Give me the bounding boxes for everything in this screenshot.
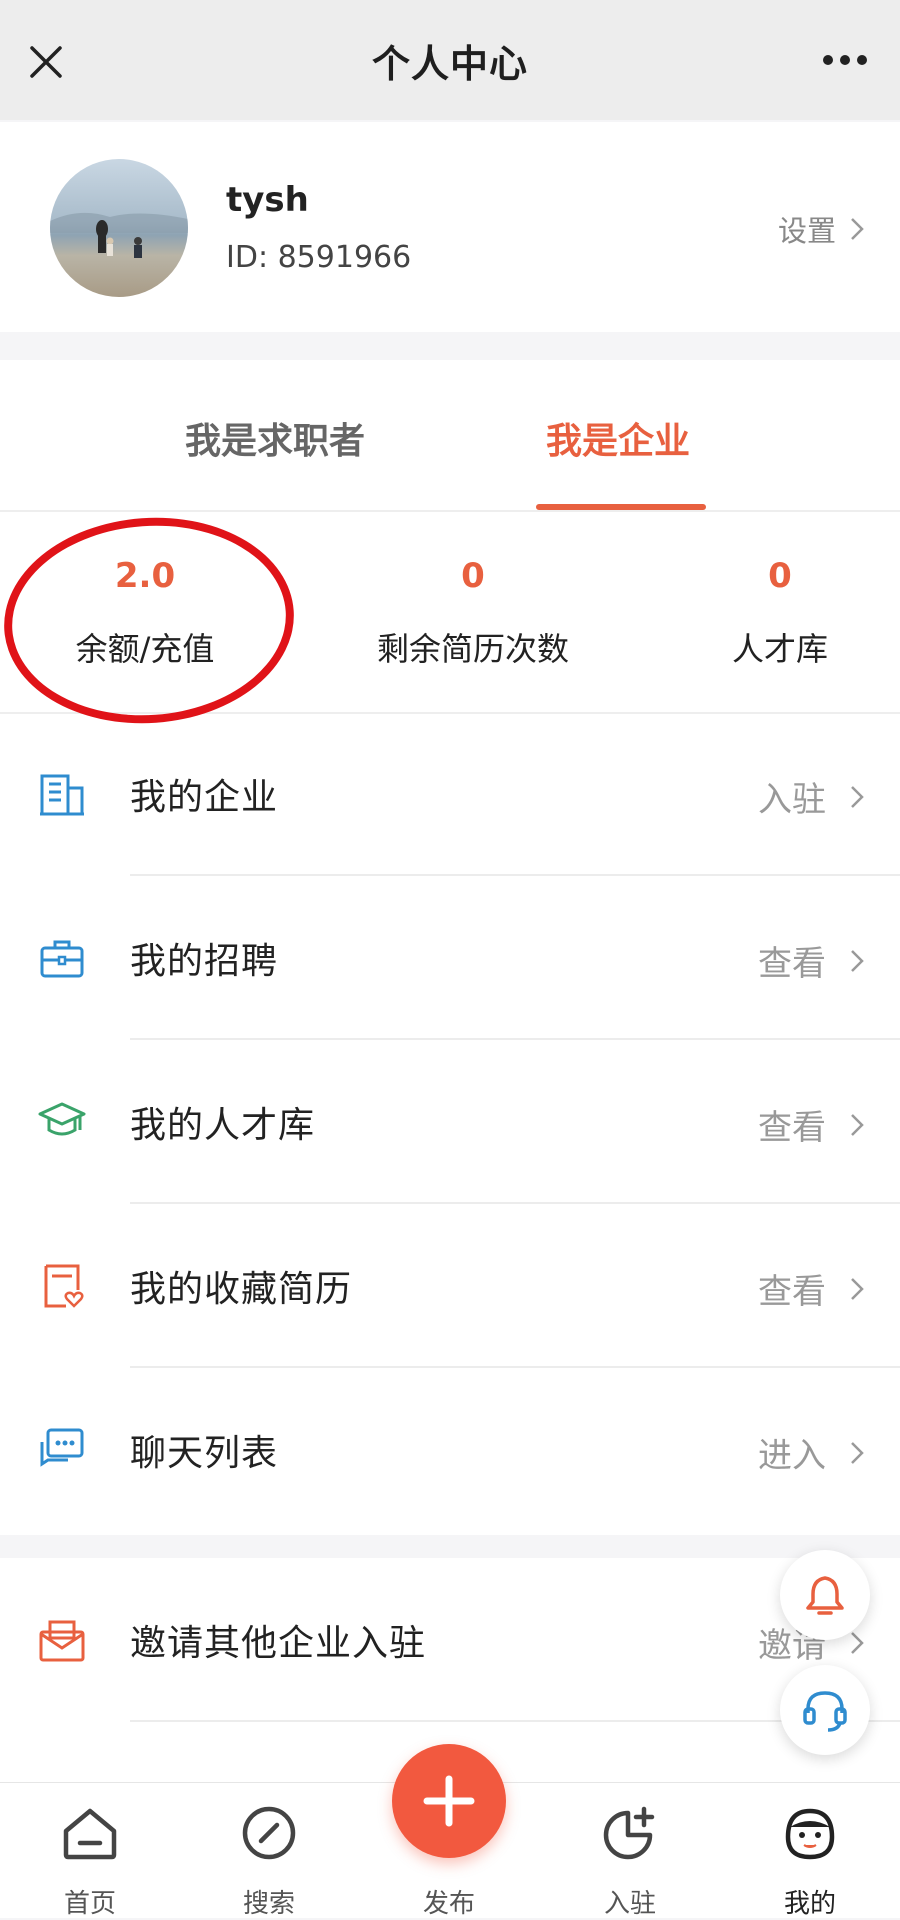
menu-item-action-text: 查看 <box>758 1108 826 1148</box>
bell-icon <box>806 1576 844 1615</box>
menu-item-my-talent-pool[interactable]: 我的人才库 查看 <box>0 1040 900 1204</box>
building-icon <box>40 774 84 816</box>
nav-home[interactable]: 首页 <box>30 1803 150 1919</box>
favorite-resume-icon <box>44 1264 84 1308</box>
menu-item-action: 查看 <box>758 1100 864 1149</box>
chevron-right-icon <box>851 1631 864 1654</box>
plus-icon <box>423 1775 475 1827</box>
menu-item-action: 查看 <box>758 936 864 985</box>
home-icon <box>63 1808 117 1860</box>
notification-button[interactable] <box>780 1550 870 1640</box>
menu-item-action-text: 进入 <box>758 1436 826 1476</box>
menu-item-action: 入驻 <box>758 772 864 821</box>
stat-remaining-resumes[interactable]: 0 剩余简历次数 <box>353 512 593 712</box>
nav-home-label: 首页 <box>63 1889 116 1919</box>
page-title: 个人中心 <box>371 41 528 86</box>
nav-search-label: 搜索 <box>242 1889 295 1919</box>
chevron-right-icon <box>851 1277 864 1300</box>
tab-job-seeker[interactable]: 我是求职者 <box>185 412 365 464</box>
chevron-right-icon <box>851 1441 864 1464</box>
invite-envelope-icon <box>39 1620 85 1662</box>
menu-item-my-recruitment[interactable]: 我的招聘 查看 <box>0 876 900 1040</box>
menu-item-saved-resumes[interactable]: 我的收藏简历 查看 <box>0 1204 900 1368</box>
tab-enterprise[interactable]: 我是企业 <box>546 412 690 464</box>
stat-talent-pool[interactable]: 0 人才库 <box>680 512 880 712</box>
top-navigation-bar: 个人中心 <box>0 0 900 120</box>
chevron-right-icon <box>851 1113 864 1136</box>
menu-item-action: 进入 <box>758 1428 864 1477</box>
close-icon[interactable] <box>26 42 66 82</box>
briefcase-icon <box>40 940 84 978</box>
stat-remaining-resumes-label: 剩余简历次数 <box>376 630 569 668</box>
chevron-right-icon <box>851 949 864 972</box>
menu-item-label: 邀请其他企业入驻 <box>130 1623 427 1664</box>
menu-item-action-text: 查看 <box>758 1272 826 1312</box>
more-icon[interactable] <box>820 52 870 68</box>
publish-button[interactable] <box>392 1744 506 1858</box>
graduation-cap-icon <box>38 1102 86 1136</box>
menu-item-chat-list[interactable]: 聊天列表 进入 <box>0 1368 900 1532</box>
role-tabs: 我是求职者 我是企业 <box>0 360 900 512</box>
stat-remaining-resumes-value: 0 <box>461 556 485 596</box>
settings-link[interactable]: 设置 <box>778 208 864 250</box>
nav-mine[interactable]: 我的 <box>750 1803 870 1919</box>
nav-join[interactable]: 入驻 <box>570 1803 690 1919</box>
nav-search[interactable]: 搜索 <box>209 1803 329 1919</box>
menu-item-label: 我的收藏简历 <box>130 1269 353 1310</box>
username: tysh <box>226 180 309 220</box>
active-tab-indicator <box>536 504 706 510</box>
menu-item-label: 聊天列表 <box>130 1433 279 1474</box>
menu-item-label: 我的招聘 <box>130 941 279 982</box>
profile-header: tysh ID: 8591966 设置 <box>0 122 900 332</box>
compass-icon <box>242 1806 296 1860</box>
user-id: ID: 8591966 <box>226 240 412 275</box>
stat-talent-pool-value: 0 <box>768 556 792 596</box>
chevron-right-icon <box>851 218 864 240</box>
mine-icon <box>785 1808 835 1860</box>
nav-mine-label: 我的 <box>783 1889 836 1919</box>
stat-talent-pool-label: 人才库 <box>731 630 828 668</box>
join-icon <box>603 1806 655 1860</box>
chevron-right-icon <box>851 785 864 808</box>
avatar-photo <box>50 159 188 297</box>
menu-item-my-enterprise[interactable]: 我的企业 入驻 <box>0 712 900 876</box>
customer-service-button[interactable] <box>780 1665 870 1755</box>
headset-icon <box>803 1691 847 1732</box>
menu-item-label: 我的企业 <box>130 777 279 818</box>
nav-join-label: 入驻 <box>603 1889 656 1919</box>
chat-icon <box>40 1428 84 1467</box>
menu-item-invite-enterprise[interactable]: 邀请其他企业入驻 邀请 <box>0 1558 900 1722</box>
menu-item-action-text: 查看 <box>758 944 826 984</box>
menu-item-action: 查看 <box>758 1264 864 1313</box>
menu-item-label: 我的人才库 <box>130 1105 316 1146</box>
nav-publish-label: 发布 <box>422 1889 475 1919</box>
avatar[interactable] <box>50 159 188 297</box>
settings-label: 设置 <box>777 214 836 248</box>
menu-item-action-text: 入驻 <box>758 780 826 820</box>
